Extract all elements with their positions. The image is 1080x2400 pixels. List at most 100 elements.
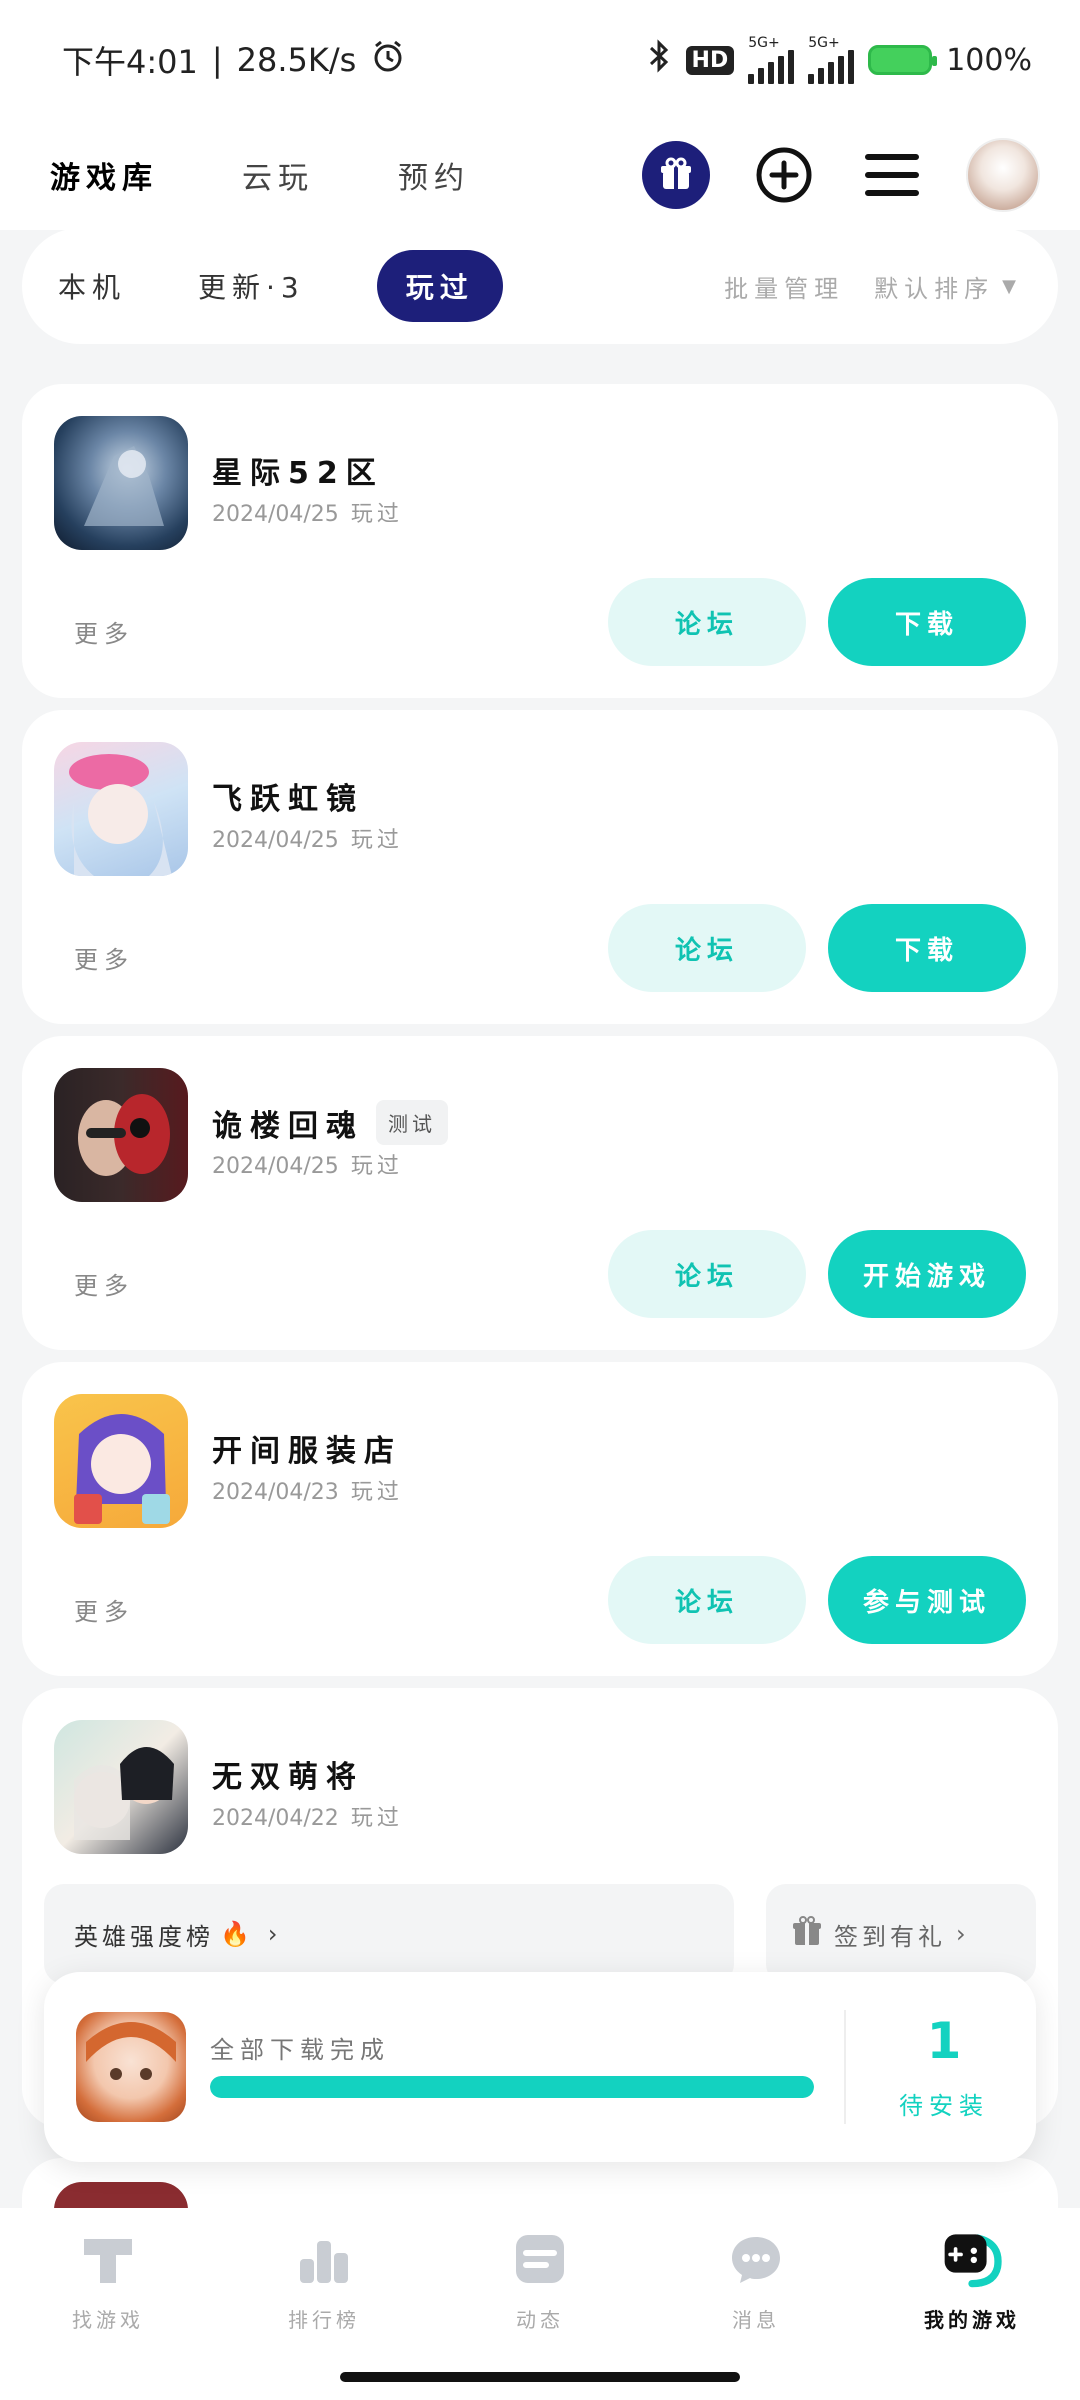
game-card[interactable]: 诡楼回魂 测试 2024/04/25 玩过 更多 论坛 开始游戏 [22, 1036, 1058, 1350]
hero-ranking-link[interactable]: 英雄强度榜 🔥 › [44, 1884, 734, 1984]
forum-button[interactable]: 论坛 [608, 1230, 806, 1318]
hero-ranking-label: 英雄强度榜 [74, 1922, 214, 1951]
battery-percent: 100% [946, 42, 1032, 78]
battery-icon [868, 45, 938, 75]
game-meta: 2024/04/25 玩过 [212, 496, 403, 528]
game-played-tag: 玩过 [350, 502, 403, 527]
download-button[interactable]: 下载 [828, 578, 1026, 666]
sort-dropdown[interactable]: 默认排序 ▼ [874, 269, 1022, 304]
plus-circle-icon[interactable] [750, 141, 818, 209]
game-card[interactable]: 开间服装店 2024/04/23 玩过 更多 论坛 参与测试 [22, 1362, 1058, 1676]
game-name: 诡楼回魂 [212, 1108, 364, 1144]
message-icon [725, 2228, 787, 2290]
signal-1-icon: 5G+ [748, 35, 795, 84]
status-bar: 下午4:01 | 28.5K/s HD 5G+ 5G+ 100% [0, 0, 1080, 120]
nav-label: 找游戏 [72, 2308, 144, 2332]
chevron-right-icon: › [956, 1920, 970, 1948]
game-title: 飞跃虹镜 [212, 774, 364, 818]
download-progress-fill [210, 2076, 814, 2098]
nav-label: 消息 [732, 2308, 780, 2332]
game-icon [54, 1394, 188, 1528]
my-games-icon [941, 2228, 1003, 2290]
home-indicator[interactable] [340, 2372, 740, 2382]
sign-in-gift-label: 签到有礼 [834, 1922, 946, 1951]
filter-played[interactable]: 玩过 [376, 250, 503, 322]
filter-local[interactable]: 本机 [58, 266, 126, 306]
game-played-tag: 玩过 [350, 828, 403, 853]
more-button[interactable]: 更多 [74, 1266, 134, 1301]
nav-my-games[interactable]: 我的游戏 [882, 2228, 1062, 2400]
filter-bar: 本机 更新·3 玩过 批量管理 默认排序 ▼ [22, 228, 1058, 344]
network-speed: 28.5K/s [236, 41, 357, 79]
filter-update[interactable]: 更新·3 [198, 266, 305, 306]
game-played-tag: 玩过 [350, 1806, 403, 1831]
nav-label: 动态 [516, 2308, 564, 2332]
game-played-tag: 玩过 [350, 1154, 403, 1179]
sign-in-gift-link[interactable]: 签到有礼 › [766, 1884, 1036, 1984]
game-meta: 2024/04/23 玩过 [212, 1474, 403, 1506]
game-meta: 2024/04/22 玩过 [212, 1800, 403, 1832]
test-badge: 测试 [376, 1100, 448, 1145]
forum-button[interactable]: 论坛 [608, 578, 806, 666]
game-date: 2024/04/23 [212, 1480, 339, 1505]
game-icon [54, 1720, 188, 1854]
nav-find-game[interactable]: 找游戏 [18, 2228, 198, 2400]
game-card[interactable]: 星际52区 2024/04/25 玩过 更多 论坛 下载 [22, 384, 1058, 698]
menu-icon[interactable] [858, 141, 926, 209]
pending-install-label: 待安装 [899, 2092, 989, 2120]
tab-reservation[interactable]: 预约 [388, 147, 480, 203]
download-button[interactable]: 下载 [828, 904, 1026, 992]
gift-icon[interactable] [642, 141, 710, 209]
join-test-button[interactable]: 参与测试 [828, 1556, 1026, 1644]
game-name: 飞跃虹镜 [212, 782, 364, 817]
alarm-icon [370, 38, 406, 82]
game-played-tag: 玩过 [350, 1480, 403, 1505]
download-progress-bar [210, 2076, 814, 2098]
game-title: 诡楼回魂 测试 [212, 1100, 448, 1145]
game-icon [54, 742, 188, 876]
download-status-panel[interactable]: 全部下载完成 1 待安装 [44, 1972, 1036, 2162]
game-meta: 2024/04/25 玩过 [212, 822, 403, 854]
game-title: 星际52区 [212, 448, 384, 492]
bluetooth-icon [646, 38, 672, 82]
gift-box-icon [790, 1914, 824, 1954]
batch-manage-button[interactable]: 批量管理 [724, 269, 844, 304]
download-status-text: 全部下载完成 [210, 2036, 390, 2064]
more-button[interactable]: 更多 [74, 940, 134, 975]
ranking-icon [293, 2228, 355, 2290]
caret-down-icon: ▼ [1002, 275, 1022, 297]
chevron-right-icon: › [267, 1920, 282, 1948]
game-date: 2024/04/22 [212, 1806, 339, 1831]
divider [844, 2010, 846, 2124]
avatar[interactable] [966, 138, 1040, 212]
game-card[interactable]: 飞跃虹镜 2024/04/25 玩过 更多 论坛 下载 [22, 710, 1058, 1024]
status-separator: | [211, 41, 223, 79]
game-name: 星际52区 [212, 456, 384, 491]
top-header: 游戏库 云玩 预约 [0, 120, 1080, 230]
game-meta: 2024/04/25 玩过 [212, 1148, 403, 1180]
tab-game-library[interactable]: 游戏库 [40, 147, 168, 203]
more-button[interactable]: 更多 [74, 614, 134, 649]
feed-icon [509, 2228, 571, 2290]
network-type-1: 5G+ [748, 35, 780, 51]
game-name: 无双萌将 [212, 1760, 364, 1795]
game-icon [54, 416, 188, 550]
game-title: 开间服装店 [212, 1426, 402, 1470]
start-game-button[interactable]: 开始游戏 [828, 1230, 1026, 1318]
game-date: 2024/04/25 [212, 828, 339, 853]
nav-label: 我的游戏 [924, 2308, 1020, 2332]
download-game-icon [76, 2012, 186, 2122]
find-game-icon [77, 2228, 139, 2290]
game-name: 开间服装店 [212, 1434, 402, 1469]
forum-button[interactable]: 论坛 [608, 1556, 806, 1644]
fire-icon: 🔥 [220, 1920, 254, 1948]
sort-label: 默认排序 [874, 274, 995, 303]
more-button[interactable]: 更多 [74, 1592, 134, 1627]
game-title: 无双萌将 [212, 1752, 364, 1796]
network-type-2: 5G+ [808, 35, 840, 51]
game-date: 2024/04/25 [212, 1154, 339, 1179]
tab-cloud-play[interactable]: 云玩 [232, 147, 324, 203]
signal-2-icon: 5G+ [808, 35, 855, 84]
game-date: 2024/04/25 [212, 502, 339, 527]
forum-button[interactable]: 论坛 [608, 904, 806, 992]
